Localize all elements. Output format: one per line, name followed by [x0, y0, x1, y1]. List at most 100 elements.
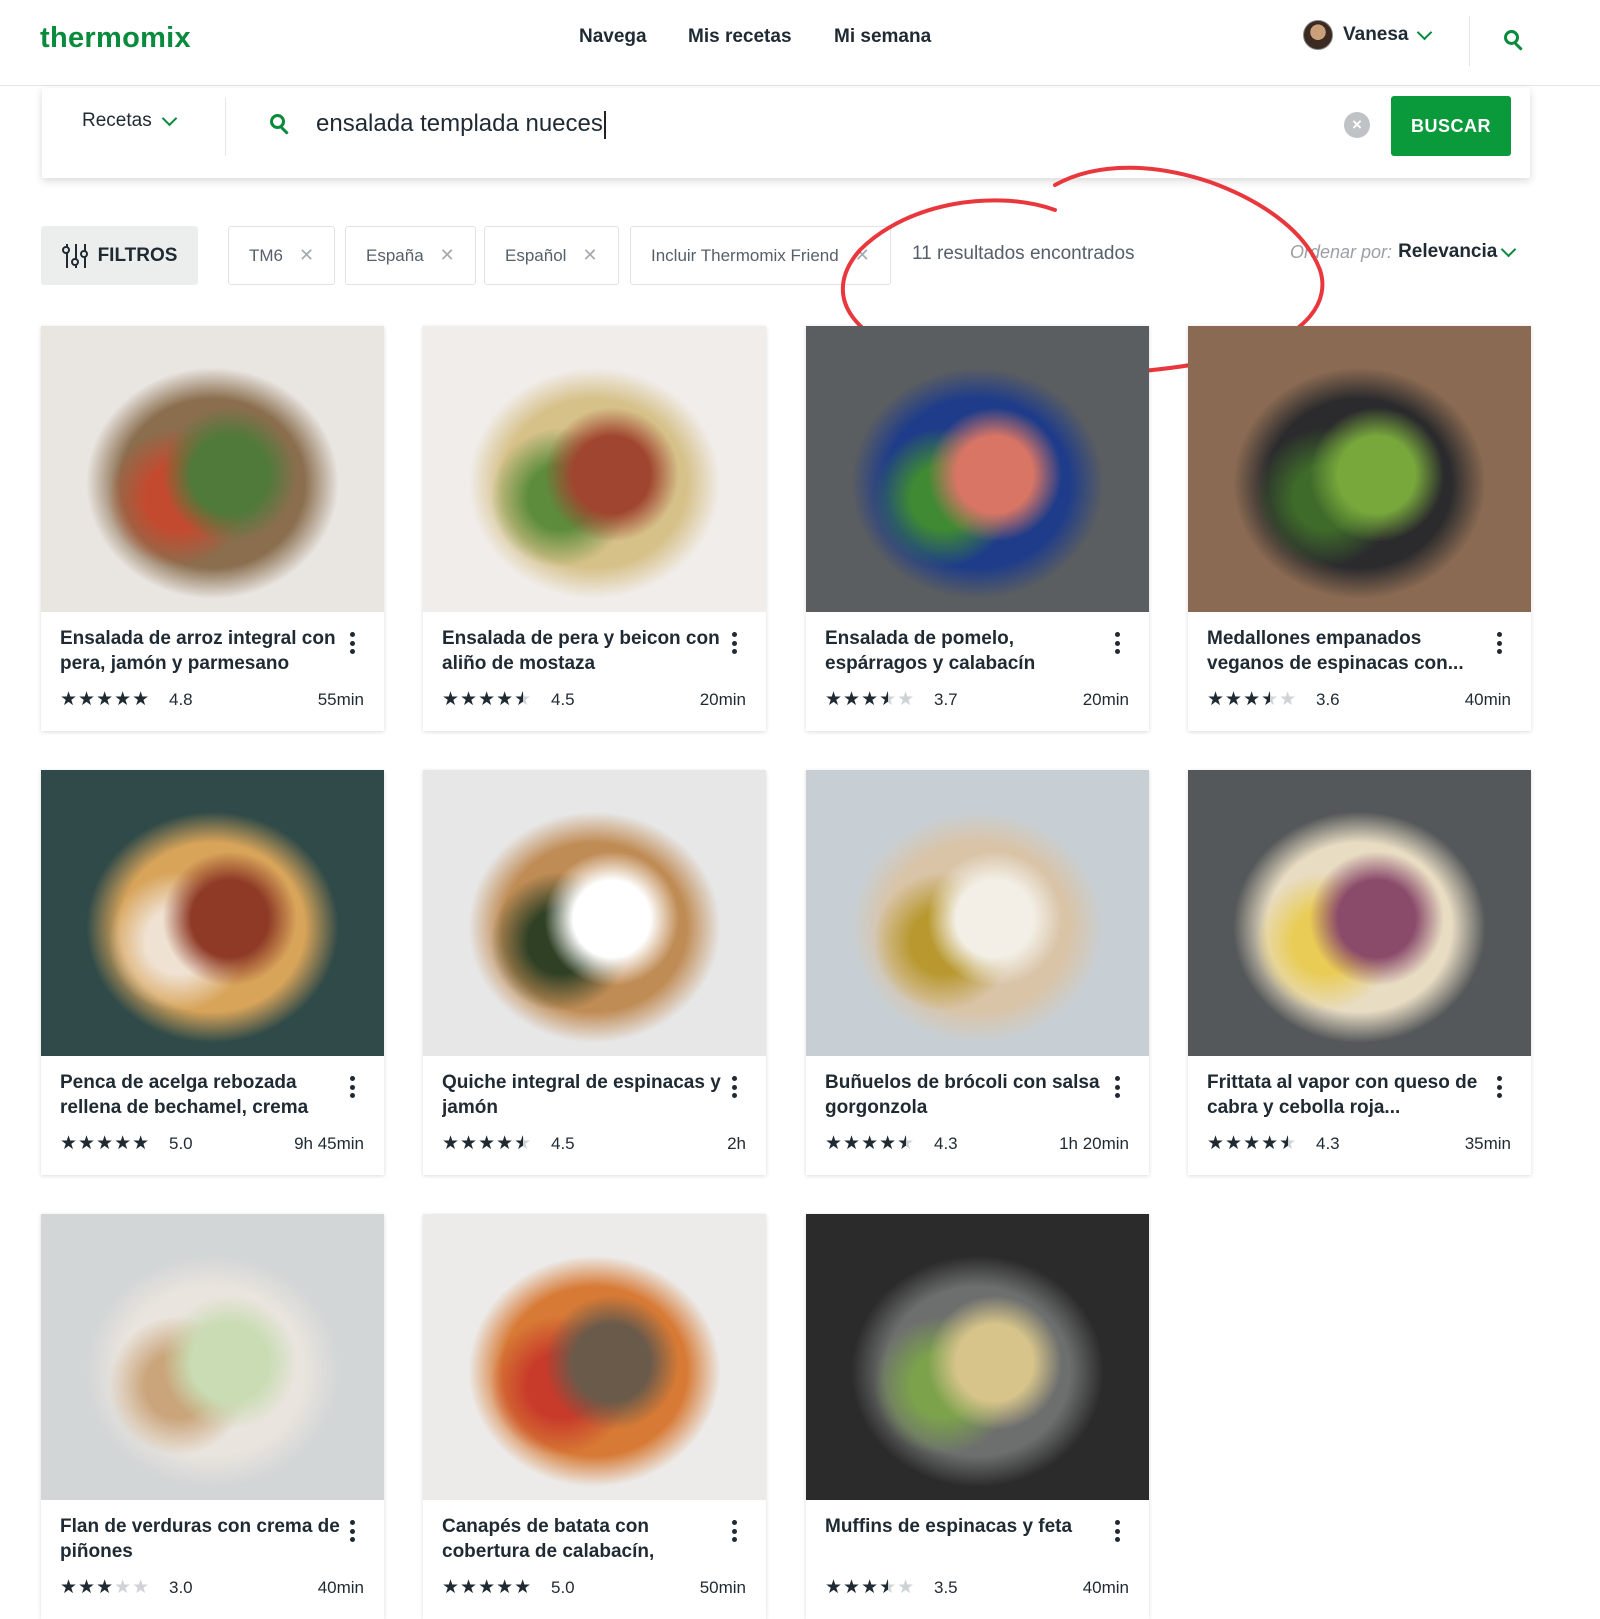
star-rating: ★★★★★ [442, 1577, 533, 1598]
close-icon[interactable]: ✕ [582, 245, 597, 266]
more-options-icon[interactable] [731, 1520, 737, 1542]
recipe-card[interactable]: Ensalada de arroz integral con pera, jam… [41, 326, 384, 731]
recipe-card[interactable]: Penca de acelga rebozada rellena de bech… [41, 770, 384, 1175]
sort-value: Relevancia [1398, 241, 1498, 262]
more-options-icon[interactable] [1496, 1076, 1502, 1098]
filter-chip-tm6[interactable]: TM6 ✕ [228, 226, 336, 285]
rating-value: 4.5 [551, 1134, 575, 1153]
cook-time: 35min [1464, 1134, 1511, 1153]
recipe-title[interactable]: Buñuelos de brócoli con salsa gorgonzola [825, 1070, 1105, 1120]
cook-time: 40min [317, 1578, 364, 1597]
clear-search-icon[interactable]: × [1344, 112, 1370, 138]
recipe-card[interactable]: Medallones empanados veganos de espinaca… [1188, 326, 1531, 731]
cook-time: 40min [1082, 1578, 1129, 1597]
star-rating: ★★★★★ [825, 689, 916, 710]
user-name: Vanesa [1343, 24, 1409, 45]
recipe-image[interactable] [1188, 326, 1531, 612]
recipe-image[interactable] [423, 770, 766, 1056]
user-menu[interactable]: Vanesa [1303, 20, 1432, 50]
cook-time: 50min [699, 1578, 746, 1597]
recipe-image[interactable] [806, 326, 1149, 612]
recipe-card[interactable]: Ensalada de pomelo, espárragos y calabac… [806, 326, 1149, 731]
cook-time: 20min [699, 690, 746, 709]
more-options-icon[interactable] [731, 632, 737, 654]
filter-chip-espanol[interactable]: Español ✕ [484, 226, 619, 285]
filter-chip-label: TM6 [249, 245, 283, 265]
recipe-title[interactable]: Flan de verduras con crema de piñones [60, 1514, 340, 1564]
star-rating: ★★★★★ [60, 1577, 151, 1598]
search-icon[interactable] [1504, 30, 1526, 52]
search-scope-dropdown[interactable]: Recetas [82, 110, 177, 132]
more-options-icon[interactable] [349, 1076, 355, 1098]
filter-chip-espana[interactable]: España ✕ [345, 226, 476, 285]
close-icon[interactable]: ✕ [299, 245, 314, 266]
more-options-icon[interactable] [731, 1076, 737, 1098]
recipe-image[interactable] [41, 326, 384, 612]
star-rating: ★★★★★ [825, 1133, 916, 1154]
thermomix-logo[interactable]: thermomix [40, 22, 191, 55]
recipe-title[interactable]: Canapés de batata con cobertura de calab… [442, 1514, 722, 1564]
recipe-image[interactable] [41, 1214, 384, 1500]
more-options-icon[interactable] [349, 1520, 355, 1542]
nav-mi-semana[interactable]: Mi semana [834, 26, 931, 48]
more-options-icon[interactable] [1114, 632, 1120, 654]
filters-label: FILTROS [97, 244, 178, 266]
top-header: thermomix Navega Mis recetas Mi semana V… [0, 0, 1600, 86]
search-input[interactable]: ensalada templada nueces [316, 110, 606, 139]
cook-time: 40min [1464, 690, 1511, 709]
more-options-icon[interactable] [1114, 1520, 1120, 1542]
search-scope-label: Recetas [82, 110, 152, 131]
filter-chip-label: Español [505, 245, 567, 265]
chevron-down-icon [1501, 241, 1517, 257]
avatar [1303, 20, 1333, 50]
filter-chip-label: España [366, 245, 424, 265]
recipe-card[interactable]: Ensalada de pera y beicon con aliño de m… [423, 326, 766, 731]
recipe-card[interactable]: Canapés de batata con cobertura de calab… [423, 1214, 766, 1619]
chevron-down-icon [1416, 24, 1432, 40]
nav-mis-recetas[interactable]: Mis recetas [688, 26, 792, 48]
recipe-title[interactable]: Penca de acelga rebozada rellena de bech… [60, 1070, 340, 1120]
filter-chip-label: Incluir Thermomix Friend [651, 245, 839, 265]
rating-value: 3.7 [934, 690, 958, 709]
rating-value: 4.3 [934, 1134, 958, 1153]
close-icon[interactable]: ✕ [440, 245, 455, 266]
cook-time: 2h [727, 1134, 746, 1153]
recipe-title[interactable]: Quiche integral de espinacas y jamón [442, 1070, 722, 1120]
recipe-title[interactable]: Medallones empanados veganos de espinaca… [1207, 626, 1487, 676]
chevron-down-icon [161, 110, 177, 126]
rating-value: 3.5 [934, 1578, 958, 1597]
recipe-image[interactable] [806, 1214, 1149, 1500]
rating-value: 4.8 [169, 690, 193, 709]
rating-value: 5.0 [551, 1578, 575, 1597]
recipe-card[interactable]: Buñuelos de brócoli con salsa gorgonzola… [806, 770, 1149, 1175]
filters-button[interactable]: FILTROS [41, 226, 198, 285]
search-button[interactable]: BUSCAR [1391, 96, 1511, 156]
recipe-image[interactable] [41, 770, 384, 1056]
star-rating: ★★★★★ [1207, 1133, 1298, 1154]
more-options-icon[interactable] [349, 632, 355, 654]
recipe-title[interactable]: Ensalada de arroz integral con pera, jam… [60, 626, 340, 676]
recipe-card[interactable]: Frittata al vapor con queso de cabra y c… [1188, 770, 1531, 1175]
recipe-title[interactable]: Muffins de espinacas y feta [825, 1514, 1105, 1539]
more-options-icon[interactable] [1114, 1076, 1120, 1098]
star-rating: ★★★★★ [442, 1133, 533, 1154]
more-options-icon[interactable] [1496, 632, 1502, 654]
recipe-card[interactable]: Muffins de espinacas y feta ★★★★★ 3.5 40min [806, 1214, 1149, 1619]
recipe-card[interactable]: Flan de verduras con crema de piñones ★★★… [41, 1214, 384, 1619]
recipe-card[interactable]: Quiche integral de espinacas y jamón ★★★★… [423, 770, 766, 1175]
star-rating: ★★★★★ [825, 1577, 916, 1598]
rating-value: 4.5 [551, 690, 575, 709]
cook-time: 1h 20min [1059, 1134, 1129, 1153]
star-rating: ★★★★★ [60, 1133, 151, 1154]
recipe-image[interactable] [806, 770, 1149, 1056]
nav-navega[interactable]: Navega [579, 26, 647, 48]
recipe-title[interactable]: Frittata al vapor con queso de cabra y c… [1207, 1070, 1487, 1120]
rating-value: 3.6 [1316, 690, 1340, 709]
star-rating: ★★★★★ [60, 689, 151, 710]
recipe-title[interactable]: Ensalada de pomelo, espárragos y calabac… [825, 626, 1105, 676]
recipe-image[interactable] [1188, 770, 1531, 1056]
recipe-title[interactable]: Ensalada de pera y beicon con aliño de m… [442, 626, 722, 676]
recipe-image[interactable] [423, 326, 766, 612]
recipe-image[interactable] [423, 1214, 766, 1500]
rating-value: 4.3 [1316, 1134, 1340, 1153]
